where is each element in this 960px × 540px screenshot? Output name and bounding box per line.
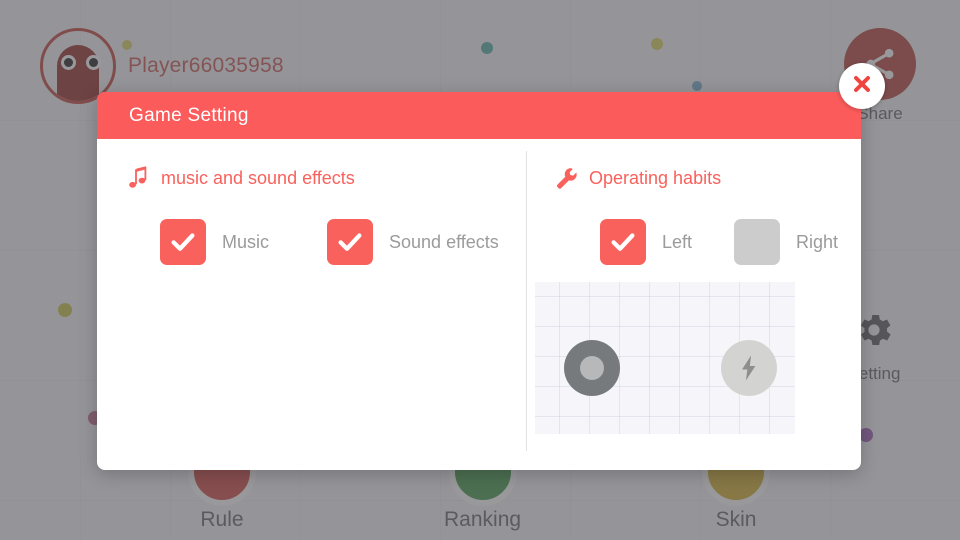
audio-section-header: music and sound effects <box>127 165 526 191</box>
right-label: Right <box>796 231 839 252</box>
checkbox-checked-icon[interactable] <box>327 219 374 265</box>
audio-section: music and sound effects Music Sound effe… <box>97 139 526 470</box>
dialog-body: music and sound effects Music Sound effe… <box>97 139 861 470</box>
music-label: Music <box>222 231 270 252</box>
lightning-bolt-icon[interactable] <box>721 340 777 396</box>
sound-effects-label: Sound effects <box>389 231 499 252</box>
checkbox-checked-icon[interactable] <box>600 219 646 265</box>
dialog-title: Game Setting <box>129 104 249 126</box>
right-checkbox-group[interactable]: Right <box>734 219 838 265</box>
joystick-icon[interactable] <box>564 340 620 396</box>
music-note-icon <box>127 165 151 191</box>
close-icon <box>850 72 874 101</box>
controls-section: Operating habits Left Right <box>526 139 861 470</box>
audio-options-row: Music Sound effects <box>127 219 526 265</box>
controls-section-title: Operating habits <box>589 167 722 188</box>
close-button[interactable] <box>839 63 885 109</box>
left-checkbox-group[interactable]: Left <box>600 219 692 265</box>
wrench-icon <box>555 165 579 191</box>
dialog-header: Game Setting <box>97 92 861 139</box>
left-label: Left <box>662 231 693 252</box>
controls-section-header: Operating habits <box>555 165 861 191</box>
checkbox-unchecked-icon[interactable] <box>734 219 781 265</box>
checkbox-checked-icon[interactable] <box>160 219 206 265</box>
controls-options-row: Left Right <box>555 219 861 265</box>
music-checkbox-group[interactable]: Music <box>160 219 269 265</box>
game-screen: Player66035958 Share Setting Rule Rankin… <box>0 0 960 540</box>
audio-section-title: music and sound effects <box>161 167 355 188</box>
sound-effects-checkbox-group[interactable]: Sound effects <box>327 219 499 265</box>
game-setting-dialog: Game Setting music and sound effects Mus… <box>97 92 861 470</box>
controls-preview <box>535 282 795 434</box>
